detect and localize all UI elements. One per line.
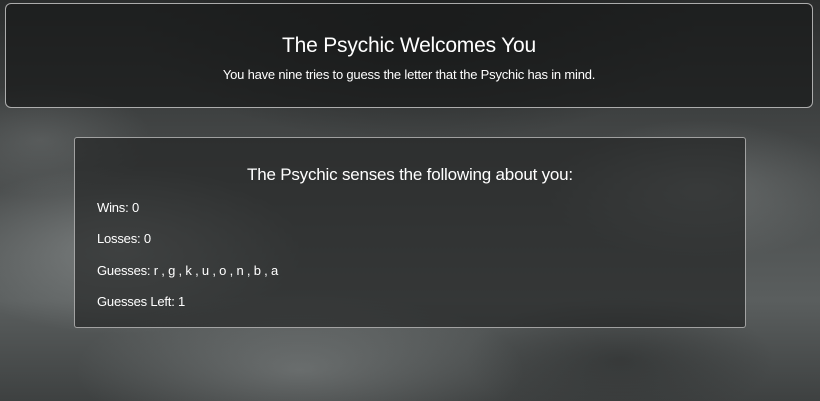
page-title: The Psychic Welcomes You <box>282 34 536 57</box>
guesses-left-label: Guesses Left: <box>97 294 175 309</box>
wins-stat: Wins: 0 <box>97 200 139 216</box>
guesses-stat: Guesses: r , g , k , u , o , n , b , a <box>97 263 278 279</box>
guesses-label: Guesses: <box>97 263 151 278</box>
wins-label: Wins: <box>97 200 129 215</box>
guesses-value: r , g , k , u , o , n , b , a <box>153 263 279 278</box>
guesses-left-stat: Guesses Left: 1 <box>97 294 185 310</box>
instructions-text: You have nine tries to guess the letter … <box>222 67 596 82</box>
losses-value: 0 <box>143 231 151 246</box>
losses-label: Losses: <box>97 231 141 246</box>
guesses-left-value: 1 <box>178 294 186 309</box>
wins-value: 0 <box>131 200 139 215</box>
stats-heading: The Psychic senses the following about y… <box>247 165 573 184</box>
welcome-panel: The Psychic Welcomes You You have nine t… <box>5 3 813 108</box>
losses-stat: Losses: 0 <box>97 231 151 247</box>
stats-panel: The Psychic senses the following about y… <box>74 137 746 328</box>
